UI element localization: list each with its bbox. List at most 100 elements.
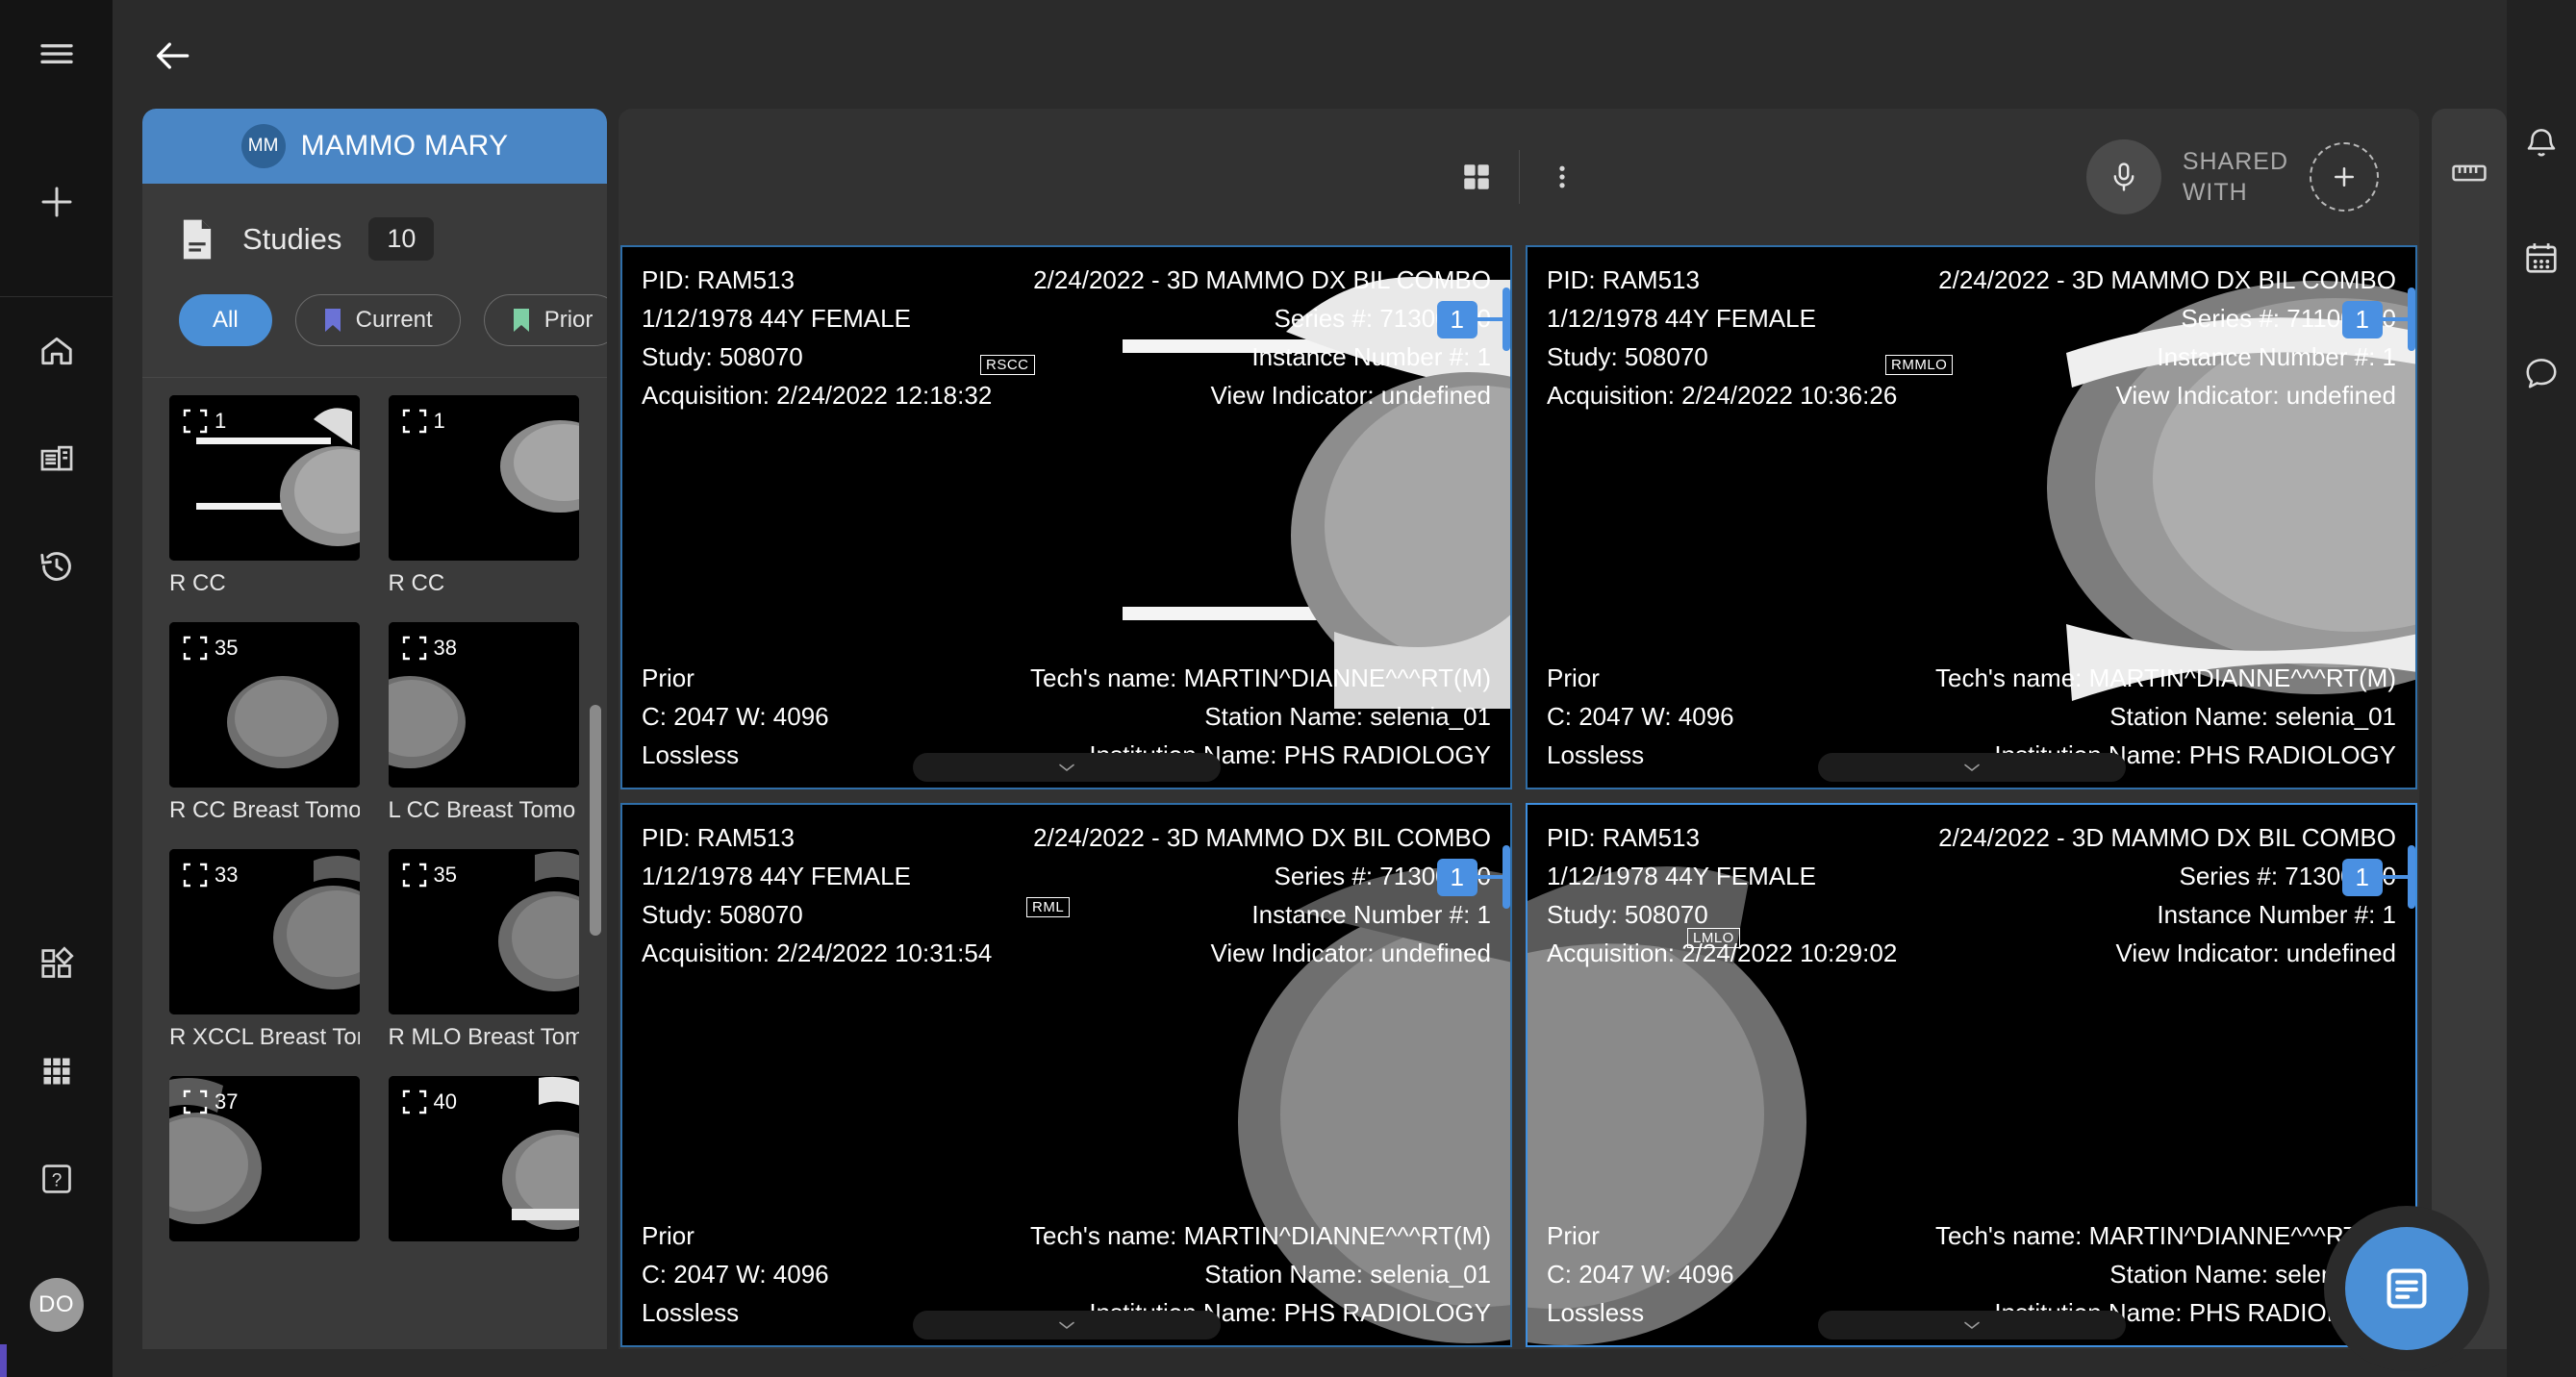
- application-root: ? DO MM MAMMO MARY Studies 10 All Curren…: [0, 0, 2576, 1377]
- dicom-image: [1528, 247, 2415, 788]
- chevron-down-icon: [1962, 762, 1982, 773]
- viewport-selected[interactable]: LMLO 1 PID: RAM513 1/12/1978 44Y FEMALE …: [1526, 803, 2417, 1347]
- series-thumbnail[interactable]: 40: [388, 1076, 579, 1266]
- image-viewer: SHARED WITH RSCC 1 PID: RAM513 1/12/1978…: [619, 109, 2419, 1349]
- thumbnail-image: 1: [388, 395, 579, 561]
- series-thumbnail-grid: 1 R CC 1 R CC 35 R CC Breast Tomo 38 L C…: [169, 395, 586, 1266]
- thumbnail-badge: 1: [183, 409, 226, 434]
- collapse-panel-handle[interactable]: [1817, 1311, 2126, 1339]
- filter-chip-current-label: Current: [355, 307, 433, 333]
- microphone-icon: [2108, 161, 2140, 193]
- studies-body: Studies 10 All Current Prior 1 R CC 1 R …: [142, 184, 607, 1349]
- shared-with-line2: WITH: [2182, 179, 2248, 206]
- plus-icon: [37, 182, 77, 222]
- avatar-initials: DO: [38, 1291, 74, 1317]
- grid-layout-icon: [1460, 161, 1493, 193]
- collapse-panel-handle[interactable]: [1817, 753, 2126, 782]
- viewer-toolbar-center-group: [1437, 138, 1602, 216]
- scroll-position-indicator[interactable]: 1: [1436, 845, 1510, 909]
- collapse-panel-handle[interactable]: [912, 1311, 1221, 1339]
- history-button[interactable]: [0, 513, 113, 620]
- frame-icon: [402, 636, 427, 661]
- tools-panel: [2432, 109, 2507, 1349]
- series-thumbnail[interactable]: 33 R XCCL Breast Tomo: [169, 849, 360, 1066]
- laterality-marker: RML: [1026, 897, 1071, 917]
- patient-header[interactable]: MM MAMMO MARY: [142, 109, 607, 184]
- accent-edge: [0, 1344, 7, 1377]
- avatar: DO: [29, 1278, 84, 1332]
- frame-icon: [402, 409, 427, 434]
- add-button[interactable]: [0, 108, 113, 296]
- user-avatar-button[interactable]: DO: [0, 1233, 113, 1377]
- scroll-position-indicator[interactable]: 1: [1436, 288, 1510, 351]
- back-button[interactable]: [144, 27, 202, 85]
- study-panel: MM MAMMO MARY Studies 10 All Current Pri…: [142, 109, 607, 1349]
- filter-chip-all[interactable]: All: [179, 294, 272, 346]
- scroll-rail: [1503, 845, 1510, 909]
- calendar-icon: [2523, 239, 2560, 276]
- layout-button[interactable]: [1437, 138, 1516, 216]
- filter-chip-prior[interactable]: Prior: [483, 294, 607, 346]
- series-thumbnail[interactable]: 1 R CC: [388, 395, 579, 613]
- grid-button[interactable]: [0, 1017, 113, 1125]
- thumbnail-label: R XCCL Breast Tomo: [169, 1024, 360, 1050]
- apps-button[interactable]: [0, 910, 113, 1017]
- report-fab-button[interactable]: [2345, 1227, 2468, 1350]
- more-vertical-icon: [1548, 163, 1577, 191]
- microphone-button[interactable]: [2085, 139, 2161, 214]
- more-options-button[interactable]: [1523, 138, 1602, 216]
- measure-button[interactable]: [2432, 134, 2507, 213]
- thumbnail-badge: 35: [402, 863, 457, 888]
- frame-icon: [183, 409, 208, 434]
- scroll-position-value: 1: [1436, 858, 1477, 896]
- chevron-down-icon: [1962, 1319, 1982, 1331]
- calendar-button[interactable]: [2513, 229, 2570, 287]
- frame-icon: [183, 1089, 208, 1114]
- laterality-marker: RMMLO: [1885, 355, 1954, 375]
- viewport[interactable]: RSCC 1 PID: RAM513 1/12/1978 44Y FEMALE …: [620, 245, 1512, 789]
- scroll-position-value: 1: [2341, 858, 2383, 896]
- add-share-button[interactable]: [2310, 142, 2379, 212]
- series-thumbnail[interactable]: 35 R MLO Breast Tomo: [388, 849, 579, 1066]
- thumbnail-badge: 40: [402, 1089, 457, 1114]
- left-navigation-rail: ? DO: [0, 0, 113, 1377]
- scroll-position-indicator[interactable]: 1: [2341, 288, 2415, 351]
- thumbnail-frame-count: 35: [433, 863, 457, 887]
- chat-button[interactable]: [2513, 344, 2570, 402]
- patient-avatar: MM: [240, 124, 286, 168]
- viewer-toolbar: SHARED WITH: [619, 109, 2419, 245]
- thumbnail-label: L CC Breast Tomo: [388, 797, 576, 823]
- studies-count-badge: 10: [368, 217, 435, 261]
- thumbnail-image: 37: [169, 1076, 360, 1241]
- thumbnail-label: R CC Breast Tomo: [169, 797, 360, 823]
- thumbnail-badge: 1: [402, 409, 445, 434]
- viewport[interactable]: RMMLO 1 PID: RAM513 1/12/1978 44Y FEMALE…: [1526, 245, 2417, 789]
- series-thumbnail[interactable]: 35 R CC Breast Tomo: [169, 622, 360, 839]
- scroll-rail: [2408, 845, 2415, 909]
- series-thumbnail[interactable]: 1 R CC: [169, 395, 360, 613]
- thumbnail-frame-count: 33: [215, 863, 239, 887]
- laterality-marker: LMLO: [1687, 928, 1740, 948]
- series-thumbnail-list[interactable]: 1 R CC 1 R CC 35 R CC Breast Tomo 38 L C…: [142, 377, 607, 1349]
- viewport[interactable]: RML 1 PID: RAM513 1/12/1978 44Y FEMALE S…: [620, 803, 1512, 1347]
- left-rail-top-group: [0, 0, 113, 620]
- scroll-position-indicator[interactable]: 1: [2341, 845, 2415, 909]
- worklist-icon: [38, 440, 75, 477]
- thumbnail-scrollbar[interactable]: [590, 705, 601, 936]
- series-thumbnail[interactable]: 37: [169, 1076, 360, 1266]
- collapse-panel-handle[interactable]: [912, 753, 1221, 782]
- home-button[interactable]: [0, 297, 113, 405]
- history-icon: [38, 548, 75, 585]
- chevron-down-icon: [1057, 1319, 1076, 1331]
- filter-chip-all-label: All: [213, 307, 239, 333]
- thumbnail-label: R CC: [388, 570, 445, 596]
- thumbnail-label: R MLO Breast Tomo: [388, 1024, 579, 1050]
- shared-with-line1: SHARED: [2182, 148, 2288, 175]
- help-button[interactable]: ?: [0, 1125, 113, 1233]
- notifications-button[interactable]: [2513, 113, 2570, 171]
- series-thumbnail[interactable]: 38 L CC Breast Tomo: [388, 622, 579, 839]
- menu-button[interactable]: [0, 0, 113, 108]
- worklist-button[interactable]: [0, 405, 113, 513]
- arrow-left-icon: [152, 35, 194, 77]
- filter-chip-current[interactable]: Current: [294, 294, 461, 346]
